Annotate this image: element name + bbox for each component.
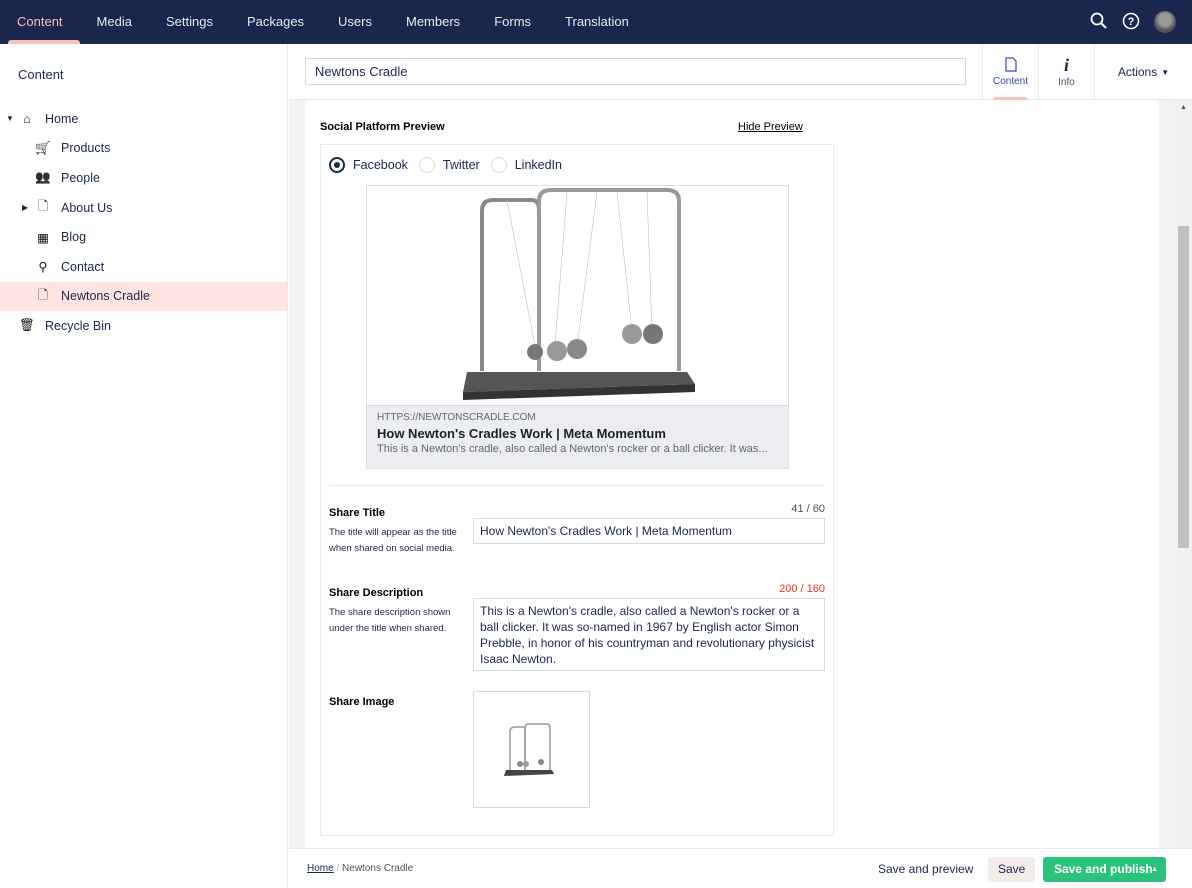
user-avatar[interactable] (1154, 11, 1176, 33)
share-description-help: The share description shown under the ti… (329, 607, 451, 634)
editor-header: Newtons Cradle Content i Info Actions ▼ (289, 44, 1192, 100)
caret-down-icon: ▼ (1161, 67, 1170, 77)
radio-label: Twitter (442, 158, 480, 172)
content-tree-sidebar: Content ▼ ⌂ Home 🛒 Products 👥 People ▶ 🗋 About Us… (0, 44, 288, 888)
share-title-label: Share Title (329, 507, 386, 519)
people-icon: 👥 (35, 170, 51, 185)
document-icon: 🗋 (37, 287, 49, 302)
tree-item-newtons-cradle[interactable]: 🗋 Newtons Cradle (0, 281, 287, 312)
tree-item-label: People (61, 170, 100, 185)
sidebar-title: Content (18, 67, 64, 82)
radio-linkedin[interactable]: LinkedIn (490, 157, 562, 173)
svg-text:?: ? (1128, 16, 1135, 28)
caret-down-icon[interactable]: ▼ (6, 114, 14, 123)
editor-content: Social Platform Preview Hide Preview Fac… (289, 100, 1192, 848)
document-icon (1004, 57, 1017, 72)
map-pin-icon: ⚲ (38, 260, 48, 275)
divider (329, 485, 825, 486)
actions-button[interactable]: Actions ▼ (1094, 44, 1192, 100)
scroll-up-icon[interactable]: ▲ (1175, 104, 1192, 111)
tree-item-label: About Us (61, 200, 113, 215)
tree-item-home[interactable]: ▼ ⌂ Home (0, 104, 287, 134)
preview-description: This is a Newton's cradle, also called a… (377, 443, 768, 455)
help-icon[interactable]: ? (1122, 12, 1140, 33)
tree-item-people[interactable]: 👥 People (0, 163, 287, 193)
radio-button[interactable] (329, 157, 345, 173)
radio-twitter[interactable]: Twitter (418, 157, 480, 173)
radio-button[interactable] (418, 157, 435, 173)
home-icon: ⌂ (23, 111, 31, 126)
tree-item-recycle-bin[interactable]: 🗑 Recycle Bin (0, 311, 287, 341)
radio-facebook[interactable]: Facebook (329, 157, 408, 173)
nav-forms[interactable]: Forms (485, 0, 548, 44)
tab-content[interactable]: Content (982, 44, 1038, 100)
scrollbar[interactable]: ▲ (1175, 100, 1192, 848)
breadcrumb-home[interactable]: Home (307, 863, 334, 874)
tree-item-products[interactable]: 🛒 Products (0, 134, 287, 164)
share-title-input[interactable]: How Newton's Cradles Work | Meta Momentu… (473, 518, 825, 544)
save-and-publish-button[interactable]: Save and publish ▲ (1043, 857, 1166, 882)
content-name-input[interactable]: Newtons Cradle (305, 58, 966, 85)
social-preview-box: Facebook Twitter LinkedIn HTTPS://NEWTONSC… (320, 144, 834, 836)
calendar-icon: ▦ (37, 230, 49, 245)
tree-item-label: Contact (61, 259, 105, 274)
nav-media[interactable]: Media (88, 0, 149, 44)
preview-title: How Newton's Cradles Work | Meta Momentu… (377, 426, 666, 441)
radio-button[interactable] (490, 157, 507, 173)
nav-translation[interactable]: Translation (556, 0, 646, 44)
breadcrumb-current: Newtons Cradle (342, 863, 414, 874)
top-navigation: Content Media Settings Packages Users Members… (0, 0, 1192, 44)
editor-footer: Home / Newtons Cradle Save and preview S… (289, 848, 1192, 888)
nav-members[interactable]: Members (397, 0, 477, 44)
scrollbar-thumb[interactable] (1178, 226, 1189, 548)
tree-item-label: Home (45, 111, 79, 126)
tree-item-label: Newtons Cradle (61, 289, 150, 304)
radio-label: Facebook (353, 158, 408, 172)
tree-item-blog[interactable]: ▦ Blog (0, 222, 287, 252)
radio-label: LinkedIn (514, 158, 562, 172)
document-icon: 🗋 (37, 199, 49, 214)
trash-icon: 🗑 (19, 318, 35, 333)
share-title-counter: 41 / 60 (791, 503, 825, 515)
nav-packages[interactable]: Packages (238, 0, 321, 44)
tab-info[interactable]: i Info (1038, 44, 1094, 100)
save-and-preview-button[interactable]: Save and preview (868, 857, 983, 882)
info-icon: i (1063, 54, 1069, 75)
cart-icon: 🛒 (35, 140, 51, 155)
nav-users[interactable]: Users (329, 0, 389, 44)
hide-preview-link[interactable]: Hide Preview (738, 121, 803, 133)
share-title-help: The title will appear as the title when … (329, 527, 457, 554)
tree-item-about-us[interactable]: ▶ 🗋 About Us (0, 193, 287, 223)
tree-item-label: Blog (61, 230, 87, 245)
facebook-preview-card: HTTPS://NEWTONSCRADLE.COM How Newton's C… (366, 185, 789, 469)
search-icon[interactable] (1090, 12, 1108, 33)
newtons-cradle-image (367, 186, 788, 406)
share-image-picker[interactable] (473, 691, 590, 808)
share-description-counter: 200 / 160 (779, 583, 825, 595)
share-description-textarea[interactable]: This is a Newton's cradle, also called a… (473, 598, 825, 671)
nav-settings[interactable]: Settings (157, 0, 230, 44)
save-button[interactable]: Save (988, 857, 1036, 882)
tree-item-contact[interactable]: ⚲ Contact (0, 252, 287, 282)
share-image-label: Share Image (329, 696, 395, 708)
breadcrumb: Home / Newtons Cradle (307, 863, 414, 874)
publish-options-caret-icon[interactable]: ▲ (1151, 857, 1158, 882)
tree-item-label: Products (61, 141, 111, 156)
nav-content[interactable]: Content (8, 0, 80, 44)
tree-item-label: Recycle Bin (45, 318, 111, 333)
section-title: Social Platform Preview (320, 121, 445, 133)
caret-right-icon[interactable]: ▶ (22, 203, 28, 212)
preview-url: HTTPS://NEWTONSCRADLE.COM (377, 412, 536, 423)
share-description-label: Share Description (329, 587, 424, 599)
